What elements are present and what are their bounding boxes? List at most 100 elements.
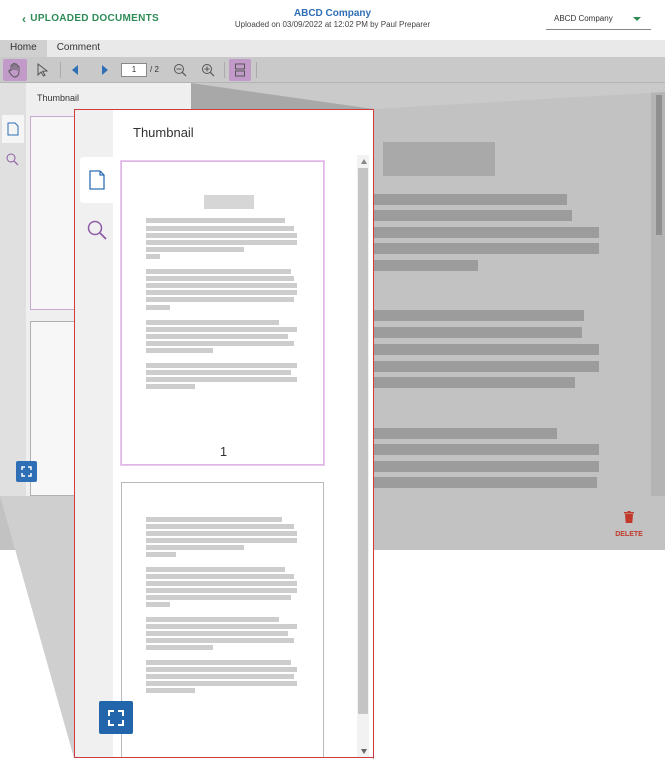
thumbnail-page-1[interactable]: 1	[120, 160, 325, 466]
trash-icon	[624, 511, 634, 523]
thumbnail-text-line	[146, 290, 297, 295]
thumbnail-text-line	[146, 667, 297, 672]
thumbnail-text-line	[146, 574, 294, 579]
viewer-tabs: Home Comment	[0, 40, 665, 57]
zoom-in-icon	[202, 64, 215, 77]
zoom-in-button[interactable]	[198, 59, 218, 81]
toolbar-divider	[256, 62, 257, 78]
delete-label: DELETE	[615, 531, 643, 538]
delete-button[interactable]: DELETE	[609, 510, 649, 538]
thumbnail-text-line	[146, 517, 282, 522]
zoomed-thumbnail-panel: Thumbnail 1	[74, 109, 374, 758]
company-select[interactable]: ABCD Company	[546, 10, 651, 30]
cloud-download-icon	[35, 513, 50, 523]
dropdown-caret-icon	[633, 17, 641, 21]
download-button[interactable]: DOWNLOAD	[20, 512, 66, 540]
thumbnail-text-line	[146, 297, 294, 302]
thumbnail-page-2[interactable]	[121, 482, 324, 757]
sidebar-expand-button[interactable]	[16, 461, 37, 482]
thumbnail-text-line	[146, 320, 279, 325]
document-icon	[88, 170, 105, 190]
select-tool-button[interactable]	[32, 59, 54, 81]
previous-page-button[interactable]	[64, 59, 86, 81]
sidebar-tab-strip	[0, 83, 26, 496]
current-page-input[interactable]: 1	[121, 63, 147, 77]
zoomed-panel-title: Thumbnail	[133, 125, 194, 140]
zoomed-expand-button[interactable]	[99, 701, 133, 734]
thumbnail-text-line	[146, 283, 297, 288]
thumbnail-text-line	[146, 384, 195, 389]
document-scrollbar[interactable]	[653, 83, 665, 496]
search-icon	[87, 220, 107, 240]
thumbnail-page-number: 1	[219, 444, 228, 459]
thumbnail-text-line	[146, 276, 294, 281]
page-layout-button[interactable]	[229, 59, 251, 81]
thumbnail-text-line	[146, 581, 297, 586]
document-text-line	[370, 477, 597, 488]
pan-tool-button[interactable]	[3, 59, 27, 81]
thumbnail-text-line	[146, 240, 297, 245]
document-text-line	[370, 260, 478, 271]
thumbnail-text-line	[146, 348, 213, 353]
thumbnail-text-line	[146, 602, 170, 607]
scroll-down-arrow-icon[interactable]	[361, 749, 367, 754]
thumbnail-text-line	[146, 567, 285, 572]
thumbnail-text-line	[146, 681, 297, 686]
thumbnail-text-line	[146, 674, 294, 679]
document-text-line	[370, 327, 582, 338]
scroll-up-arrow-icon[interactable]	[361, 159, 367, 164]
document-scrollbar-thumb[interactable]	[656, 95, 662, 235]
sidebar-tab-thumbnails[interactable]	[2, 115, 24, 143]
thumbnail-text-line	[146, 631, 288, 636]
thumbnail-text-line	[146, 305, 170, 310]
tab-comment[interactable]: Comment	[47, 40, 110, 57]
document-text-line	[370, 194, 567, 205]
document-text-line	[370, 310, 584, 321]
thumbnail-text-line	[146, 617, 279, 622]
thumbnail-text-line	[146, 638, 294, 643]
document-text-line	[370, 344, 599, 355]
document-text-line	[370, 227, 599, 238]
prev-page-icon	[72, 65, 78, 75]
document-heading-block	[383, 142, 495, 176]
document-text-line	[370, 361, 599, 372]
zoom-out-icon	[174, 64, 187, 77]
thumbnail-text-line	[146, 538, 297, 543]
next-page-icon	[102, 65, 108, 75]
document-text-line	[370, 444, 599, 455]
page-total: / 2	[150, 65, 159, 74]
thumbnail-text-line	[146, 531, 297, 536]
thumbnail-text-line	[146, 660, 291, 665]
zoomed-sidebar-tab-strip	[75, 110, 113, 757]
toolbar-divider	[224, 62, 225, 78]
page-layout-icon	[235, 63, 245, 77]
expand-icon	[21, 466, 32, 477]
company-select-value: ABCD Company	[554, 14, 613, 23]
thumbnail-text-line	[146, 254, 160, 259]
pointer-icon	[37, 63, 49, 77]
next-page-button[interactable]	[94, 59, 116, 81]
thumbnail-text-line	[146, 226, 294, 231]
zoomed-tab-search[interactable]	[80, 214, 113, 246]
zoomed-tab-thumbnails[interactable]	[80, 157, 113, 203]
thumbnail-text-line	[146, 588, 297, 593]
thumbnail-text-line	[146, 327, 297, 332]
thumbnail-text-line	[146, 247, 244, 252]
thumbnail-text-line	[146, 624, 297, 629]
sidebar-title: Thumbnail	[37, 93, 80, 103]
app-root: ‹ UPLOADED DOCUMENTS ABCD Company Upload…	[0, 0, 665, 769]
thumbnail-text-line	[146, 341, 294, 346]
hand-icon	[8, 63, 20, 78]
thumbnail-text-line	[146, 233, 297, 238]
tab-home[interactable]: Home	[0, 40, 47, 57]
mini-thumbnail-page-1[interactable]	[30, 116, 75, 310]
thumbnail-text-line	[146, 218, 285, 223]
thumbnail-text-line	[146, 524, 294, 529]
sidebar-tab-search[interactable]	[6, 153, 19, 171]
document-icon	[7, 122, 19, 136]
thumbnail-text-line	[146, 363, 297, 368]
zoom-out-button[interactable]	[170, 59, 190, 81]
document-text-line	[370, 428, 557, 439]
thumbnail-text-line	[146, 334, 288, 339]
thumbnail-scrollbar-thumb[interactable]	[358, 168, 368, 714]
